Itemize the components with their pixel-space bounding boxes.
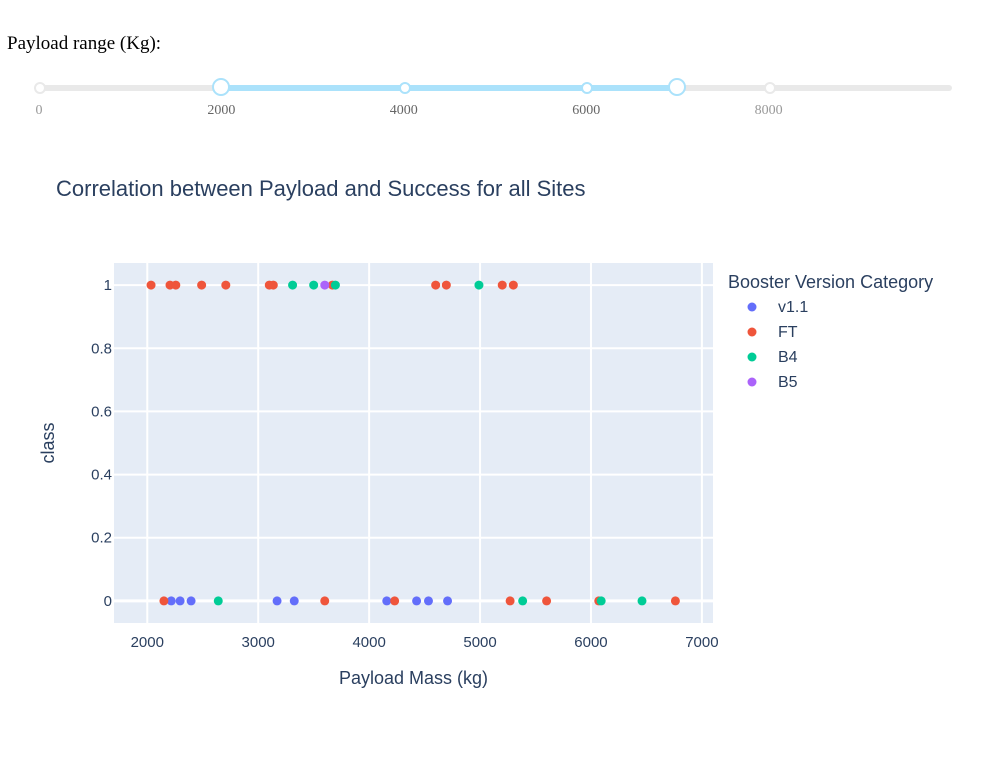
slider-track[interactable] [221,85,678,91]
legend: v1.1 FT B4 B5 [747,299,809,391]
legend-item-B4[interactable]: B4 [747,349,798,366]
slider-label: Payload range (Kg): [7,33,162,54]
x-tick-label: 5000 [463,634,496,651]
data-point-FT[interactable] [441,280,451,290]
legend-label: FT [778,324,798,341]
data-point-FT[interactable] [390,596,400,606]
y-tick-label: 0 [104,593,112,610]
data-point-FT[interactable] [159,596,169,606]
y-tick-label: 0.6 [91,403,112,420]
legend-marker [747,327,757,337]
legend-label: B5 [778,374,798,391]
legend-marker [747,302,757,312]
x-tick-label: 7000 [685,634,718,651]
x-axis-label: Payload Mass (kg) [339,668,488,688]
slider-mark-label[interactable]: 0 [36,103,43,119]
slider-mark-label[interactable]: 8000 [755,103,783,119]
legend-label: B4 [778,349,798,366]
data-point-B4[interactable] [637,596,647,606]
data-point-v1.1[interactable] [175,596,185,606]
data-point-v1.1[interactable] [412,596,422,606]
y-tick-label: 1 [104,277,112,294]
data-point-B4[interactable] [288,280,298,290]
data-point-B4[interactable] [213,596,223,606]
legend-marker [747,377,757,387]
plot-area [114,263,713,623]
data-point-B4[interactable] [596,596,606,606]
data-point-v1.1[interactable] [289,596,299,606]
data-point-B4[interactable] [330,280,340,290]
data-point-FT[interactable] [505,596,515,606]
x-tick-label: 2000 [131,634,164,651]
data-point-FT[interactable] [268,280,278,290]
data-point-FT[interactable] [431,280,441,290]
slider-dot[interactable] [34,82,46,94]
data-point-B4[interactable] [309,280,319,290]
legend-title: Booster Version Category [728,272,933,292]
data-point-FT[interactable] [221,280,231,290]
x-tick-label: 3000 [242,634,275,651]
slider-mark-label[interactable]: 2000 [207,103,235,119]
data-point-v1.1[interactable] [186,596,196,606]
data-point-v1.1[interactable] [272,596,282,606]
x-tick-labels: 2000 3000 4000 5000 6000 7000 [131,634,719,651]
chart-title: Correlation between Payload and Success … [56,176,586,201]
data-point-FT[interactable] [670,596,680,606]
data-point-v1.1[interactable] [443,596,453,606]
slider-handle-max[interactable] [668,78,687,96]
data-point-FT[interactable] [497,280,507,290]
legend-item-v1.1[interactable]: v1.1 [747,299,809,316]
x-tick-label: 4000 [352,634,385,651]
slider-dot[interactable] [398,82,411,94]
y-tick-label: 0.2 [91,530,112,547]
y-tick-label: 0.4 [91,467,112,484]
slider-dot[interactable] [763,82,776,94]
y-axis-label: class [38,422,58,463]
data-point-FT[interactable] [146,280,156,290]
legend-item-B5[interactable]: B5 [747,374,798,391]
legend-label: v1.1 [778,299,808,316]
data-point-B4[interactable] [474,280,484,290]
data-point-FT[interactable] [171,280,181,290]
x-tick-label: 6000 [574,634,607,651]
data-point-FT[interactable] [508,280,518,290]
data-point-v1.1[interactable] [382,596,392,606]
data-point-FT[interactable] [320,596,330,606]
data-point-B5[interactable] [320,280,330,290]
legend-item-FT[interactable]: FT [747,324,798,341]
data-point-B4[interactable] [518,596,528,606]
y-tick-label: 0.8 [91,340,112,357]
data-point-v1.1[interactable] [423,596,433,606]
legend-marker [747,352,757,362]
slider-dot[interactable] [581,82,594,94]
slider-handle-min[interactable] [212,78,231,96]
y-tick-labels: 0 0.2 0.4 0.6 0.8 1 [91,277,112,610]
slider-mark-label[interactable]: 6000 [572,103,600,119]
data-point-FT[interactable] [542,596,552,606]
payload-range-slider[interactable]: 0 2000 4000 6000 8000 [0,70,990,130]
slider-mark-label[interactable]: 4000 [390,103,418,119]
data-point-FT[interactable] [197,280,207,290]
scatter-chart: Correlation between Payload and Success … [38,176,933,688]
